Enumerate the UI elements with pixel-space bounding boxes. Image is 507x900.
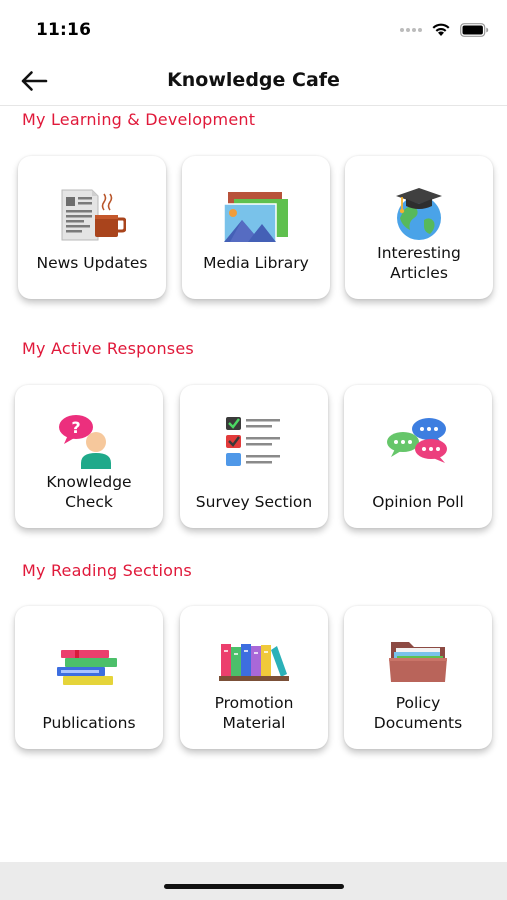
section-title-reading: My Reading Sections [22,561,192,580]
card-label: Opinion Poll [372,493,464,511]
signal-icon [400,27,422,32]
page-title: Knowledge Cafe [167,69,340,91]
status-icons [400,22,489,37]
card-label: Knowledge Check [46,473,132,511]
card-policy-documents[interactable]: Policy Documents [344,606,492,749]
card-label: Publications [42,714,136,732]
card-label: News Updates [36,254,148,272]
card-label: Media Library [203,254,309,272]
newspaper-coffee-icon [61,189,126,241]
status-time: 11:16 [36,20,92,40]
bookshelf-icon [219,644,289,681]
book-stack-icon [57,650,117,685]
card-promotion-material[interactable]: Promotion Material [180,606,328,749]
card-label: Survey Section [195,493,313,511]
card-survey-section[interactable]: Survey Section [180,385,328,528]
card-news-updates[interactable]: News Updates [18,156,166,299]
status-bar: 11:16 [0,0,507,56]
section-title-responses: My Active Responses [22,339,194,358]
svg-text:?: ? [71,418,80,437]
person-question-icon: ? [59,415,111,469]
card-label: Promotion Material [214,694,294,732]
card-interesting-articles[interactable]: Interesting Articles [345,156,493,299]
battery-icon [460,22,489,37]
globe-graduation-cap-icon [396,188,442,240]
nav-bar: Knowledge Cafe [0,56,507,106]
card-opinion-poll[interactable]: Opinion Poll [344,385,492,528]
photo-gallery-icon [223,192,288,243]
wifi-icon [432,23,450,36]
card-knowledge-check[interactable]: ? Knowledge Check [15,385,163,528]
card-label: Interesting Articles [377,244,461,282]
home-indicator[interactable] [164,884,344,889]
section-title-learning: My Learning & Development [22,110,256,129]
chat-bubbles-icon [387,418,447,463]
folder-documents-icon [389,642,447,682]
checklist-icon [226,417,280,466]
home-indicator-area [0,862,507,900]
card-label: Policy Documents [373,694,463,732]
card-publications[interactable]: Publications [15,606,163,749]
card-media-library[interactable]: Media Library [182,156,330,299]
